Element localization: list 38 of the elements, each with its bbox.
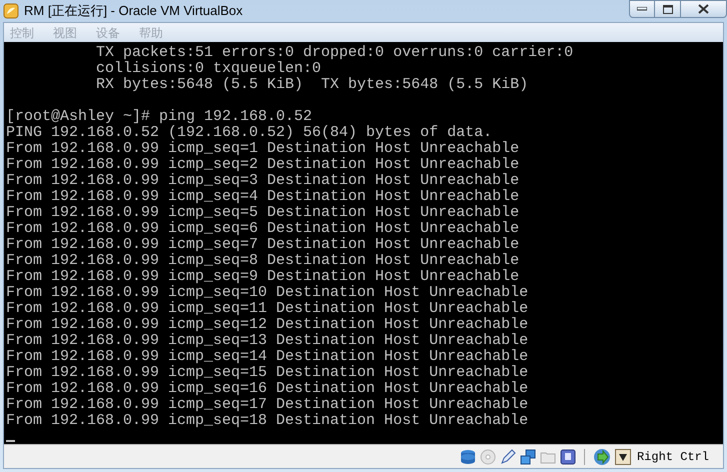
terminal-line: [root@Ashley ~]# ping 192.168.0.52 (6, 108, 312, 125)
app-logo-icon (3, 3, 19, 19)
terminal-line: From 192.168.0.99 icmp_seq=2 Destination Host Unreachable (6, 156, 520, 173)
terminal-line: TX packets:51 errors:0 dropped:0 overruns:0 carrier:0 (95, 44, 574, 61)
pen-icon[interactable] (500, 448, 516, 464)
terminal-line: From 192.168.0.99 icmp_seq=3 Destination Host Unreachable (6, 172, 520, 189)
terminal-line: From 192.168.0.99 icmp_seq=11 Destination Host Unreachable (6, 300, 528, 317)
terminal-line: RX bytes:5648 (5.5 KiB) TX bytes:5648 (5.5 KiB) (95, 76, 528, 93)
hard-disk-icon[interactable] (460, 448, 476, 464)
text-cursor (6, 440, 15, 442)
minimize-icon (637, 7, 647, 11)
close-button[interactable] (681, 0, 727, 18)
maximize-icon (662, 4, 672, 14)
down-arrow-key-icon[interactable] (614, 448, 631, 464)
terminal-line: PING 192.168.0.52 (192.168.0.52) 56(84) bytes of data. (6, 124, 492, 141)
terminal-line: From 192.168.0.99 icmp_seq=13 Destination Host Unreachable (6, 332, 528, 349)
maximize-button[interactable] (655, 0, 681, 18)
terminal-line: From 192.168.0.99 icmp_seq=1 Destination Host Unreachable (6, 140, 520, 157)
terminal-line: From 192.168.0.99 icmp_seq=5 Destination Host Unreachable (6, 204, 520, 221)
terminal-line: From 192.168.0.99 icmp_seq=18 Destination Host Unreachable (6, 412, 528, 429)
terminal-line: From 192.168.0.99 icmp_seq=4 Destination Host Unreachable (6, 188, 520, 205)
terminal-line: From 192.168.0.99 icmp_seq=6 Destination Host Unreachable (6, 220, 520, 237)
terminal-line: collisions:0 txqueuelen:0 (95, 60, 322, 77)
minimize-button[interactable] (629, 0, 655, 18)
terminal-line: From 192.168.0.99 icmp_seq=8 Destination Host Unreachable (6, 252, 520, 269)
terminal-line: From 192.168.0.99 icmp_seq=14 Destination Host Unreachable (6, 348, 528, 365)
terminal-line: From 192.168.0.99 icmp_seq=16 Destination Host Unreachable (6, 380, 528, 397)
close-icon (698, 4, 709, 14)
window-title: RM [正在运行] - Oracle VM VirtualBox (24, 2, 243, 20)
terminal-line: From 192.168.0.99 icmp_seq=10 Destination Host Unreachable (6, 284, 528, 301)
terminal-line: From 192.168.0.99 icmp_seq=9 Destination Host Unreachable (6, 268, 520, 285)
terminal-line: From 192.168.0.99 icmp_seq=15 Destination Host Unreachable (6, 364, 528, 381)
network-screens-icon[interactable] (520, 448, 536, 464)
host-key-label: Right Ctrl (636, 448, 709, 466)
terminal-line: From 192.168.0.99 icmp_seq=7 Destination Host Unreachable (6, 236, 520, 253)
terminal-line: From 192.168.0.99 icmp_seq=17 Destination Host Unreachable (6, 396, 528, 413)
terminal-line: From 192.168.0.99 icmp_seq=12 Destination Host Unreachable (6, 316, 528, 333)
display-icon[interactable] (560, 448, 576, 464)
